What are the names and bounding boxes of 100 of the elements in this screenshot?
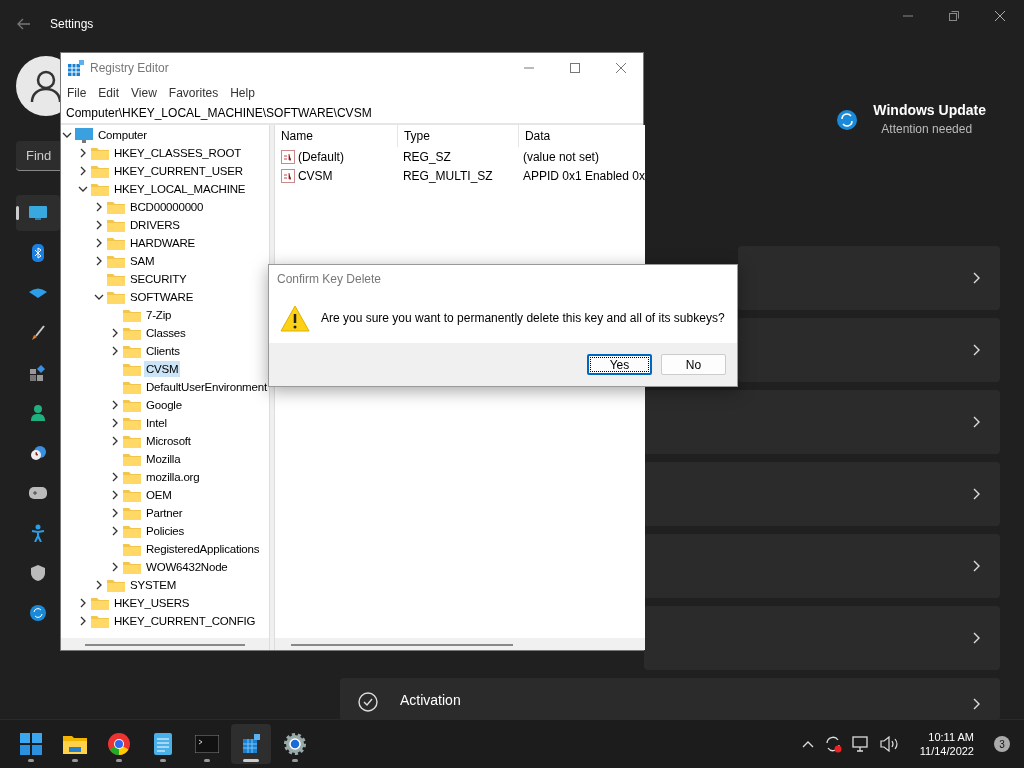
tree-item[interactable]: RegisteredApplications	[144, 541, 262, 557]
tree-item[interactable]: Google	[144, 397, 184, 413]
sync-alert-icon[interactable]	[823, 735, 842, 753]
tree-item[interactable]: HKEY_USERS	[112, 595, 192, 611]
chevron-down-icon[interactable]	[62, 130, 72, 140]
dialog-button[interactable]: No	[661, 354, 726, 375]
chevron-right-icon[interactable]	[110, 400, 120, 410]
tree-item[interactable]: HKEY_CURRENT_USER	[112, 163, 245, 179]
chevron-right-icon[interactable]	[78, 148, 88, 158]
monitor-icon	[75, 127, 93, 143]
chevron-right-icon[interactable]	[110, 472, 120, 482]
menu-item[interactable]: File	[67, 86, 87, 100]
tree-item[interactable]: HARDWARE	[128, 235, 198, 251]
tree-item[interactable]: Classes	[144, 325, 188, 341]
tree-item[interactable]: SYSTEM	[128, 577, 179, 593]
chevron-down-icon[interactable]	[94, 292, 104, 302]
tree-item[interactable]: Computer	[96, 127, 149, 143]
chevron-right-icon[interactable]	[94, 220, 104, 230]
chevron-right-icon[interactable]	[94, 202, 104, 212]
tree-item[interactable]: SAM	[128, 253, 157, 269]
close-icon[interactable]	[994, 10, 1006, 22]
chevron-down-icon[interactable]	[78, 184, 88, 194]
chevron-right-icon[interactable]	[110, 562, 120, 572]
tree-item[interactable]: DRIVERS	[128, 217, 182, 233]
maximize-icon[interactable]	[569, 62, 581, 74]
chevron-right-icon[interactable]	[110, 418, 120, 428]
tree-item[interactable]: WOW6432Node	[144, 559, 230, 575]
wifi-icon	[29, 288, 47, 298]
tree-item[interactable]: OEM	[144, 487, 174, 503]
tree-item[interactable]: Mozilla	[144, 451, 183, 467]
clock-date[interactable]: 11/14/2022	[919, 745, 974, 757]
windows-logo-icon	[20, 733, 42, 755]
chevron-right-icon[interactable]	[110, 526, 120, 536]
search-field[interactable]: Find	[16, 141, 60, 171]
accessibility-icon	[31, 524, 45, 542]
menu-item[interactable]: Edit	[98, 86, 120, 100]
folder-icon	[123, 524, 141, 538]
browser-icon	[108, 733, 130, 755]
menu-item[interactable]: Favorites	[168, 86, 219, 100]
chevron-right-icon	[973, 632, 980, 644]
tree-item[interactable]: HKEY_CURRENT_CONFIG	[112, 613, 258, 629]
taskbar-regedit-item[interactable]	[231, 724, 271, 764]
chevron-right-icon[interactable]	[78, 166, 88, 176]
network-icon[interactable]	[851, 736, 870, 752]
tree-item[interactable]: HKEY_CLASSES_ROOT	[112, 145, 243, 161]
chevron-right-icon[interactable]	[94, 238, 104, 248]
folder-icon	[91, 164, 109, 178]
tree-item[interactable]: HKEY_LOCAL_MACHINE	[112, 181, 248, 197]
column-header[interactable]: Type	[397, 125, 519, 147]
chevron-right-icon[interactable]	[78, 616, 88, 626]
dialog-button[interactable]: Yes	[587, 354, 652, 375]
tree-item[interactable]: 7-Zip	[144, 307, 174, 323]
chevron-right-icon[interactable]	[110, 490, 120, 500]
tree-item[interactable]: CVSM	[144, 361, 181, 377]
folder-icon	[123, 344, 141, 358]
tree-item[interactable]: Intel	[144, 415, 169, 431]
tree-item[interactable]: BCD00000000	[128, 199, 206, 215]
notification-badge[interactable]: 3	[994, 736, 1010, 752]
chevron-right-icon[interactable]	[94, 256, 104, 266]
back-icon[interactable]	[17, 18, 31, 30]
close-icon[interactable]	[615, 62, 627, 74]
chevron-right-icon[interactable]	[94, 580, 104, 590]
chevron-right-icon[interactable]	[78, 598, 88, 608]
chevron-right-icon[interactable]	[110, 346, 120, 356]
chevron-right-icon[interactable]	[110, 328, 120, 338]
chevron-right-icon[interactable]	[110, 508, 120, 518]
column-header[interactable]: Name	[274, 125, 398, 147]
terminal-icon	[195, 735, 219, 753]
clock-time[interactable]: 10:11 AM	[928, 731, 974, 743]
nav-display-item[interactable]	[16, 195, 60, 231]
chevron-right-icon	[973, 416, 980, 428]
window-title: Settings	[50, 17, 94, 31]
tree-item[interactable]: Microsoft	[144, 433, 193, 449]
registry-cubes-icon	[241, 733, 261, 755]
tree-item[interactable]: Clients	[144, 343, 182, 359]
registry-cubes-icon	[68, 60, 84, 76]
gamepad-icon	[29, 487, 47, 499]
chevron-right-icon[interactable]	[110, 436, 120, 446]
tree-item[interactable]: Policies	[144, 523, 187, 539]
window-title: Registry Editor	[90, 61, 169, 75]
menu-item[interactable]: Help	[230, 86, 255, 100]
chevron-right-icon	[973, 698, 980, 710]
settings-card[interactable]: Activation	[340, 678, 1000, 720]
sync-icon	[837, 110, 858, 130]
tree-item[interactable]: SECURITY	[128, 271, 189, 287]
restore-icon[interactable]	[948, 10, 960, 22]
folder-icon	[107, 254, 125, 268]
folder-icon	[123, 434, 141, 448]
folder-icon	[107, 218, 125, 232]
value-data: APPID 0x1 Enabled 0x	[521, 168, 645, 183]
value-name: CVSM	[297, 168, 333, 183]
tree-item[interactable]: SOFTWARE	[128, 289, 196, 305]
tree-item[interactable]: DefaultUserEnvironment	[144, 379, 269, 395]
folder-icon	[123, 488, 141, 502]
column-header[interactable]: Data	[518, 125, 645, 147]
tree-item[interactable]: Partner	[144, 505, 185, 521]
menu-item[interactable]: View	[131, 86, 157, 100]
chevron-up-icon[interactable]	[801, 740, 814, 748]
volume-icon[interactable]	[879, 736, 900, 752]
tree-item[interactable]: mozilla.org	[144, 469, 202, 485]
